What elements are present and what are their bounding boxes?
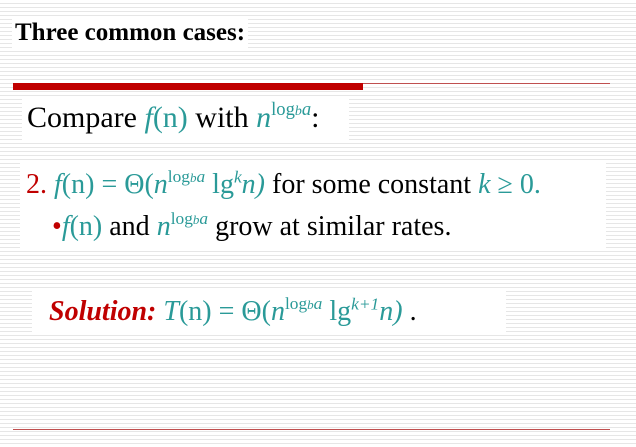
solution-statement: Solution: T(n) = Θ(nlogba lgk+1n) . [32, 290, 506, 334]
solution-n: n [270, 296, 285, 327]
compare-n: n [256, 101, 272, 134]
case-lg: lg [205, 169, 234, 200]
case-number: 2. [26, 169, 47, 200]
compare-n-arg: (n) [152, 101, 188, 134]
solution-n-arg: (n) [178, 296, 212, 327]
solution-theta: = Θ( [211, 296, 271, 327]
compare-f: f [144, 101, 153, 134]
solution-label: Solution: [49, 296, 157, 327]
bullet-n-arg: (n) [69, 211, 103, 242]
solution-exponent: logba [284, 294, 323, 314]
case-k-sup: k [233, 167, 242, 187]
case-theta: = Θ( [94, 169, 154, 200]
case-n-close: n) [241, 169, 265, 200]
case-n-arg: (n) [61, 169, 95, 200]
bottom-rule [13, 429, 610, 430]
solution-n-close: n) [379, 296, 403, 327]
solution-lg: lg [322, 296, 352, 327]
compare-statement: Compare f(n) with nlogba: [22, 96, 349, 140]
solution-k-sup: k+1 [351, 294, 380, 314]
bullet-icon: • [52, 211, 62, 242]
bullet-exponent: logba [170, 209, 209, 229]
case-two-box: 2. f(n) = Θ(nlogba lgkn) for some consta… [20, 163, 606, 249]
case-exponent: logba [167, 167, 206, 187]
compare-colon: : [311, 101, 320, 134]
compare-with: with [187, 101, 257, 134]
slide-title: Three common cases: [12, 16, 249, 50]
case-k: k [478, 169, 491, 200]
compare-word: Compare [27, 101, 145, 134]
case-f: f [54, 169, 62, 200]
bullet-n: n [156, 211, 171, 242]
bullet-and: and [102, 211, 157, 242]
solution-period: . [402, 296, 417, 327]
case-two-bullet: •f(n) and nlogba grow at similar rates. [52, 207, 451, 247]
title-underline-red [13, 83, 363, 90]
case-constant-text: for some constant [265, 169, 479, 200]
compare-exponent: logba [271, 99, 312, 121]
bullet-rest: grow at similar rates. [208, 211, 452, 242]
case-two-condition: 2. f(n) = Θ(nlogba lgkn) for some consta… [26, 165, 541, 205]
solution-T: T [156, 296, 179, 327]
case-ge-zero: ≥ 0. [490, 169, 541, 200]
title-underline-thin [363, 83, 610, 84]
bullet-f: f [61, 211, 70, 242]
case-n: n [153, 169, 168, 200]
